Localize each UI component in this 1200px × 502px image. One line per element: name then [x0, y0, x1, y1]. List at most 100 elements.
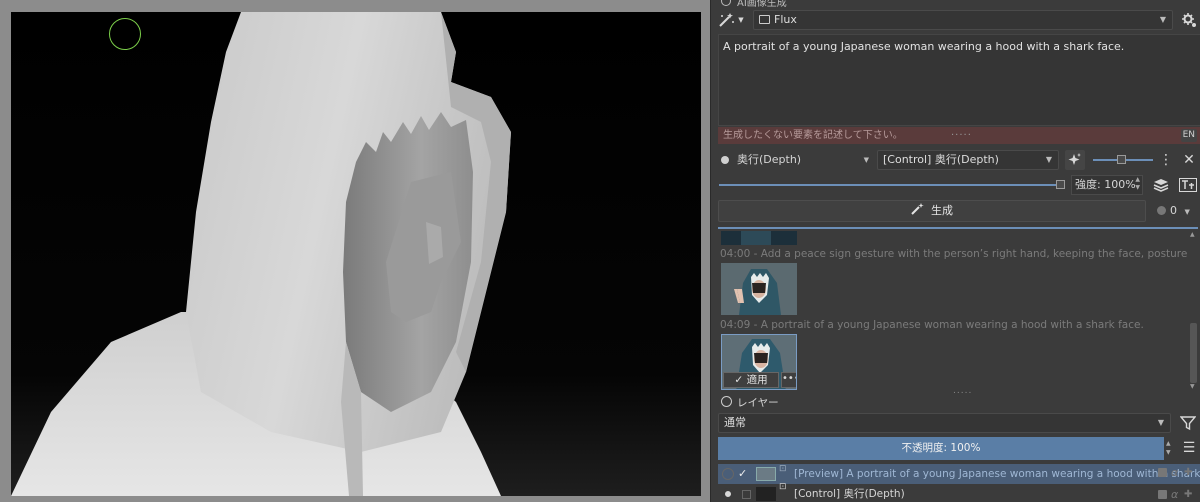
history-scrollbar[interactable]: ▲ ▼ — [1189, 231, 1198, 391]
queue-indicator[interactable]: 0 ▼ — [1157, 200, 1197, 222]
scrollbar-thumb[interactable] — [1190, 323, 1197, 383]
opacity-slider[interactable]: 不透明度: 100% — [718, 437, 1164, 460]
layer-name: [Preview] A portrait of a young Japanese… — [794, 468, 1200, 480]
generate-button[interactable]: 生成 — [718, 200, 1146, 222]
model-name: Flux — [774, 13, 797, 26]
layer-type-icon: ⊡ — [779, 464, 787, 474]
check-icon: ✓ — [734, 374, 744, 386]
text-prompt-button[interactable] — [1177, 175, 1199, 195]
history-thumbnail-selected[interactable]: ✓ 適用 ••• — [721, 334, 797, 390]
chevron-down-icon: ▼ — [1184, 208, 1190, 216]
model-select[interactable]: Flux ▼ — [753, 10, 1173, 30]
spinbox-arrows[interactable]: ▲ ▼ — [1135, 176, 1140, 192]
dock-title-text: AI画像生成 — [737, 0, 787, 8]
layer-checkbox[interactable]: ✓ — [738, 467, 747, 480]
apply-button[interactable]: ✓ 適用 — [723, 372, 779, 388]
history-more-button[interactable]: ••• — [781, 372, 796, 388]
layer-options-icon[interactable]: ✚ — [1184, 467, 1192, 478]
remove-control-button[interactable]: ✕ — [1179, 150, 1199, 170]
chevron-down-icon: ▼ — [1045, 155, 1052, 164]
workspace-mode-button[interactable]: ▼ — [717, 10, 745, 30]
chevron-down-icon: ▼ — [863, 156, 869, 164]
strength-value: 強度: 100% — [1075, 178, 1136, 191]
negative-prompt-input[interactable]: 生成したくない要素を記述して下さい。 ..... EN — [718, 127, 1200, 144]
layers-dock-title: レイヤー — [711, 394, 1200, 410]
menu-icon: ☰ — [1182, 440, 1196, 456]
generate-label: 生成 — [931, 204, 953, 217]
scroll-down-arrow[interactable]: ▼ — [1190, 383, 1195, 390]
history-thumbnail-partial[interactable] — [721, 231, 797, 245]
blend-mode-select[interactable]: 通常 ▼ — [718, 413, 1171, 433]
magic-wand-icon — [719, 13, 735, 27]
eye-icon[interactable] — [722, 488, 734, 500]
layer-type-icon: ⊡ — [779, 482, 787, 492]
generate-row: 生成 0 ▼ — [711, 199, 1200, 223]
layers-title-text: レイヤー — [737, 397, 779, 409]
negative-prompt-placeholder: 生成したくない要素を記述して下さい。 — [723, 130, 903, 141]
layer-stack-button[interactable] — [1151, 175, 1171, 195]
scroll-up-arrow[interactable]: ▲ — [1190, 231, 1195, 238]
text-icon — [1179, 178, 1197, 192]
history-caption: 04:00 - Add a peace sign gesture with th… — [720, 248, 1188, 260]
image-canvas[interactable] — [11, 12, 701, 496]
brush-cursor — [109, 18, 141, 50]
canvas-area — [0, 0, 710, 502]
apply-label: 適用 — [746, 374, 768, 386]
control-preprocess-button[interactable] — [1065, 150, 1085, 170]
model-icon — [759, 15, 770, 24]
control-layer-row: 奥行(Depth) ▼ [Control] 奥行(Depth) ▼ ⋮ ✕ — [711, 149, 1200, 171]
layer-row-control[interactable]: ⊡ [Control] 奥行(Depth) α ✚ — [718, 482, 1200, 502]
ai-generation-panel: AI画像生成 ▼ Flux ▼ A portrait of a young Ja… — [710, 0, 1200, 502]
layers-dock-icon — [721, 396, 732, 407]
filter-icon — [1180, 416, 1196, 431]
layer-options-icon[interactable]: ✚ — [1184, 489, 1192, 500]
language-button[interactable]: EN — [1180, 129, 1197, 142]
control-enabled-indicator[interactable] — [721, 156, 729, 164]
history-caption: 04:09 - A portrait of a young Japanese w… — [720, 319, 1144, 331]
layer-row-preview[interactable]: ✓ ⊡ [Preview] A portrait of a young Japa… — [718, 464, 1200, 484]
strength-row: 強度: 100% ▲ ▼ — [711, 175, 1200, 197]
opacity-row: 不透明度: 100% ▲ ▼ ☰ — [711, 437, 1200, 460]
layer-checkbox[interactable] — [742, 490, 751, 499]
control-layer-select[interactable]: [Control] 奥行(Depth) ▼ — [877, 150, 1059, 170]
model-row: ▼ Flux ▼ — [711, 9, 1200, 31]
history-thumbnail[interactable] — [721, 263, 797, 315]
chevron-down-icon: ▼ — [1159, 15, 1166, 24]
close-icon: ✕ — [1183, 152, 1195, 168]
history-image — [721, 263, 797, 315]
opacity-spin-arrows[interactable]: ▲ ▼ — [1166, 439, 1171, 457]
lock-icon[interactable] — [1158, 468, 1167, 477]
control-strength-handle[interactable] — [1117, 155, 1126, 164]
blend-mode-value: 通常 — [724, 416, 746, 429]
alpha-icon[interactable]: α — [1171, 466, 1178, 479]
resize-handle[interactable]: ..... — [951, 124, 972, 141]
settings-button[interactable] — [1179, 10, 1199, 30]
alpha-icon[interactable]: α — [1171, 488, 1178, 501]
prompt-input[interactable]: A portrait of a young Japanese woman wea… — [718, 34, 1200, 126]
more-icon: ••• — [782, 373, 796, 384]
strength-slider[interactable] — [719, 184, 1061, 186]
more-options-button[interactable]: ⋮ — [1159, 150, 1173, 170]
chevron-down-icon: ▼ — [738, 16, 744, 24]
control-type-label: 奥行(Depth) — [737, 153, 802, 166]
strength-slider-handle[interactable] — [1056, 180, 1065, 189]
layer-name: [Control] 奥行(Depth) — [794, 488, 905, 500]
strength-spinbox[interactable]: 強度: 100% ▲ ▼ — [1071, 175, 1143, 195]
layers-menu-button[interactable]: ☰ — [1179, 438, 1199, 458]
eye-icon[interactable] — [722, 468, 734, 480]
progress-bar — [718, 227, 1198, 229]
control-type-select[interactable]: 奥行(Depth) ▼ — [737, 150, 871, 170]
layer-filter-button[interactable] — [1177, 413, 1199, 433]
history-list[interactable]: 04:00 - Add a peace sign gesture with th… — [718, 231, 1188, 391]
opacity-value: 不透明度: 100% — [901, 442, 981, 454]
prompt-text: A portrait of a young Japanese woman wea… — [723, 40, 1125, 53]
blend-mode-row: 通常 ▼ — [711, 412, 1200, 434]
lock-icon[interactable] — [1158, 490, 1167, 499]
history-image — [721, 231, 797, 245]
settings-icon — [1182, 13, 1196, 27]
chevron-down-icon: ▼ — [1157, 418, 1164, 427]
sparkle-icon — [1068, 153, 1081, 165]
depth-map-image — [11, 12, 701, 496]
queue-count: 0 — [1170, 204, 1177, 217]
queue-icon — [1157, 206, 1166, 215]
